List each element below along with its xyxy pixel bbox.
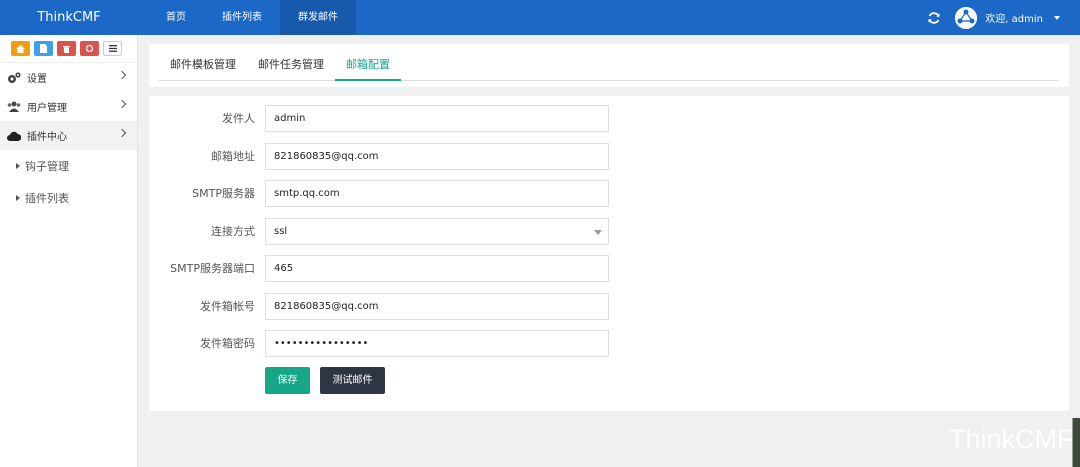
nav-mass-mail[interactable]: 群发邮件 [280, 0, 356, 35]
top-right-tools: 欢迎, admin [927, 0, 1060, 35]
save-button[interactable]: 保存 [265, 367, 310, 394]
sidebar-item-label: 插件中心 [27, 132, 67, 143]
top-navbar: ThinkCMF 首页 插件列表 群发邮件 欢迎, admin [0, 0, 1080, 35]
shortcut-bar [0, 35, 137, 63]
port-label: SMTP服务器端口 [170, 262, 255, 275]
form-row-connection: 连接方式 ssl [149, 218, 1069, 245]
test-mail-button[interactable]: 测试邮件 [320, 367, 385, 394]
tab-mail-config[interactable]: 邮箱配置 [335, 53, 401, 81]
tab-mail-tasks[interactable]: 邮件任务管理 [247, 53, 335, 81]
email-field[interactable] [265, 143, 609, 170]
sidebar-item-label: 用户管理 [27, 103, 67, 114]
form-row-password: 发件箱密码 [149, 330, 1069, 357]
file-icon[interactable] [34, 41, 53, 56]
chevron-right-icon [117, 70, 127, 80]
chevron-right-icon [117, 128, 127, 138]
sidebar-item-plugin-center[interactable]: 插件中心 [0, 121, 137, 150]
chevron-right-icon [117, 99, 127, 109]
sender-input[interactable] [265, 105, 609, 132]
nav-home[interactable]: 首页 [148, 0, 204, 35]
caret-down-icon [1054, 15, 1060, 20]
mail-config-form: 发件人 邮箱地址 SMTP服务器 连接方式 ssl SMTP服务器端口 发件箱帐… [149, 96, 1069, 411]
sender-label: 发件人 [222, 112, 255, 125]
sidebar-item-label: 设置 [27, 74, 47, 85]
users-icon [7, 100, 21, 114]
form-row-port: SMTP服务器端口 [149, 255, 1069, 282]
connection-value: ssl [274, 226, 288, 237]
connection-label: 连接方式 [211, 225, 255, 238]
chevron-down-icon [594, 230, 602, 235]
form-row-account: 发件箱帐号 [149, 293, 1069, 320]
gears-icon [7, 71, 21, 85]
form-row-smtp: SMTP服务器 [149, 180, 1069, 207]
caret-right-icon [16, 163, 20, 169]
password-label: 发件箱密码 [200, 337, 255, 350]
sidebar-sub-label: 插件列表 [25, 192, 69, 205]
tab-mail-templates[interactable]: 邮件模板管理 [159, 53, 247, 81]
cloud-icon [7, 129, 21, 143]
caret-right-icon [16, 195, 20, 201]
smtp-label: SMTP服务器 [192, 187, 255, 200]
sidebar-sub-plugin-list[interactable]: 插件列表 [0, 182, 137, 214]
form-row-sender: 发件人 [149, 105, 1069, 132]
user-menu[interactable]: 欢迎, admin [955, 6, 1060, 29]
list-icon[interactable] [103, 41, 122, 56]
sender-account-input[interactable] [265, 293, 609, 320]
account-label: 发件箱帐号 [200, 300, 255, 313]
password-field[interactable] [265, 330, 609, 357]
home-icon[interactable] [11, 41, 30, 56]
smtp-port-input[interactable] [265, 255, 609, 282]
email-label: 邮箱地址 [211, 150, 255, 163]
sidebar: 设置 用户管理 插件中心 钩子管理 插件列表 [0, 35, 138, 467]
smtp-server-input[interactable] [265, 180, 609, 207]
refresh-icon[interactable] [927, 11, 941, 25]
form-row-email: 邮箱地址 [149, 143, 1069, 170]
nav-plugin-list[interactable]: 插件列表 [204, 0, 280, 35]
sidebar-sub-hooks[interactable]: 钩子管理 [0, 150, 137, 182]
sidebar-item-users[interactable]: 用户管理 [0, 92, 137, 121]
brand-logo[interactable]: ThinkCMF [0, 0, 138, 35]
avatar [955, 6, 978, 29]
connection-select[interactable]: ssl [265, 218, 609, 245]
tabs-panel: 邮件模板管理 邮件任务管理 邮箱配置 [149, 44, 1069, 87]
sidebar-item-settings[interactable]: 设置 [0, 63, 137, 92]
watermark: ThinkCMF [949, 424, 1074, 454]
scrollbar-thumb[interactable] [1072, 418, 1080, 467]
tab-bar: 邮件模板管理 邮件任务管理 邮箱配置 [159, 53, 1059, 81]
trash-icon[interactable] [57, 41, 76, 56]
top-nav: 首页 插件列表 群发邮件 [148, 0, 356, 35]
user-greeting: 欢迎, admin [985, 14, 1043, 25]
recycle-icon[interactable] [80, 41, 99, 56]
sidebar-sub-label: 钩子管理 [25, 160, 69, 173]
